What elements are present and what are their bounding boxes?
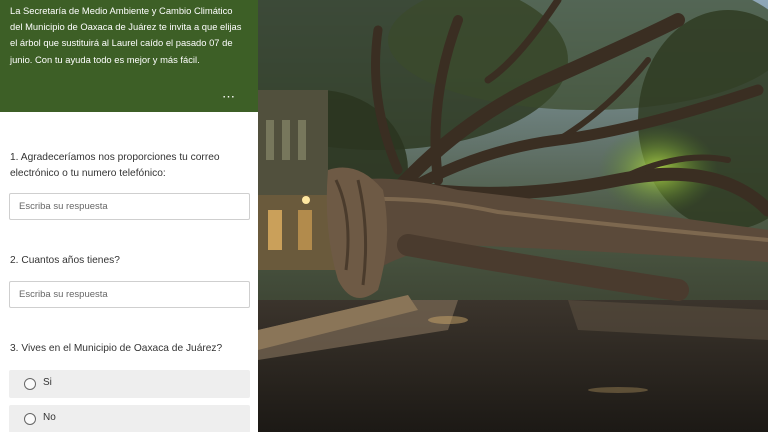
radio-circle-icon[interactable]: [24, 378, 36, 390]
question-3: 3. Vives en el Municipio de Oaxaca de Ju…: [10, 341, 250, 357]
age-answer-input[interactable]: [9, 281, 250, 308]
photo-illustration: [258, 0, 768, 432]
question-1: 1. Agradeceríamos nos proporciones tu co…: [10, 150, 250, 182]
survey-form: La Secretaría de Medio Ambiente y Cambio…: [0, 0, 258, 432]
form-header: La Secretaría de Medio Ambiente y Cambio…: [0, 0, 258, 112]
option-no[interactable]: No: [9, 405, 250, 432]
option-si[interactable]: Si: [9, 370, 250, 398]
question-number: 1.: [10, 152, 19, 163]
question-number: 3.: [10, 343, 19, 354]
question-2: 2. Cuantos años tienes?: [10, 253, 250, 269]
more-options-icon[interactable]: ⋯: [222, 90, 236, 103]
question-text: Cuantos años tienes?: [21, 255, 120, 266]
option-label: No: [43, 412, 56, 423]
option-label: Si: [43, 377, 52, 388]
radio-circle-icon[interactable]: [24, 413, 36, 425]
fallen-tree-photo: [258, 0, 768, 432]
question-number: 2.: [10, 255, 19, 266]
question-text: Agradeceríamos nos proporciones tu corre…: [10, 152, 220, 179]
contact-answer-input[interactable]: [9, 193, 250, 220]
question-text: Vives en el Municipio de Oaxaca de Juáre…: [21, 343, 223, 354]
form-description: La Secretaría de Medio Ambiente y Cambio…: [10, 5, 242, 65]
